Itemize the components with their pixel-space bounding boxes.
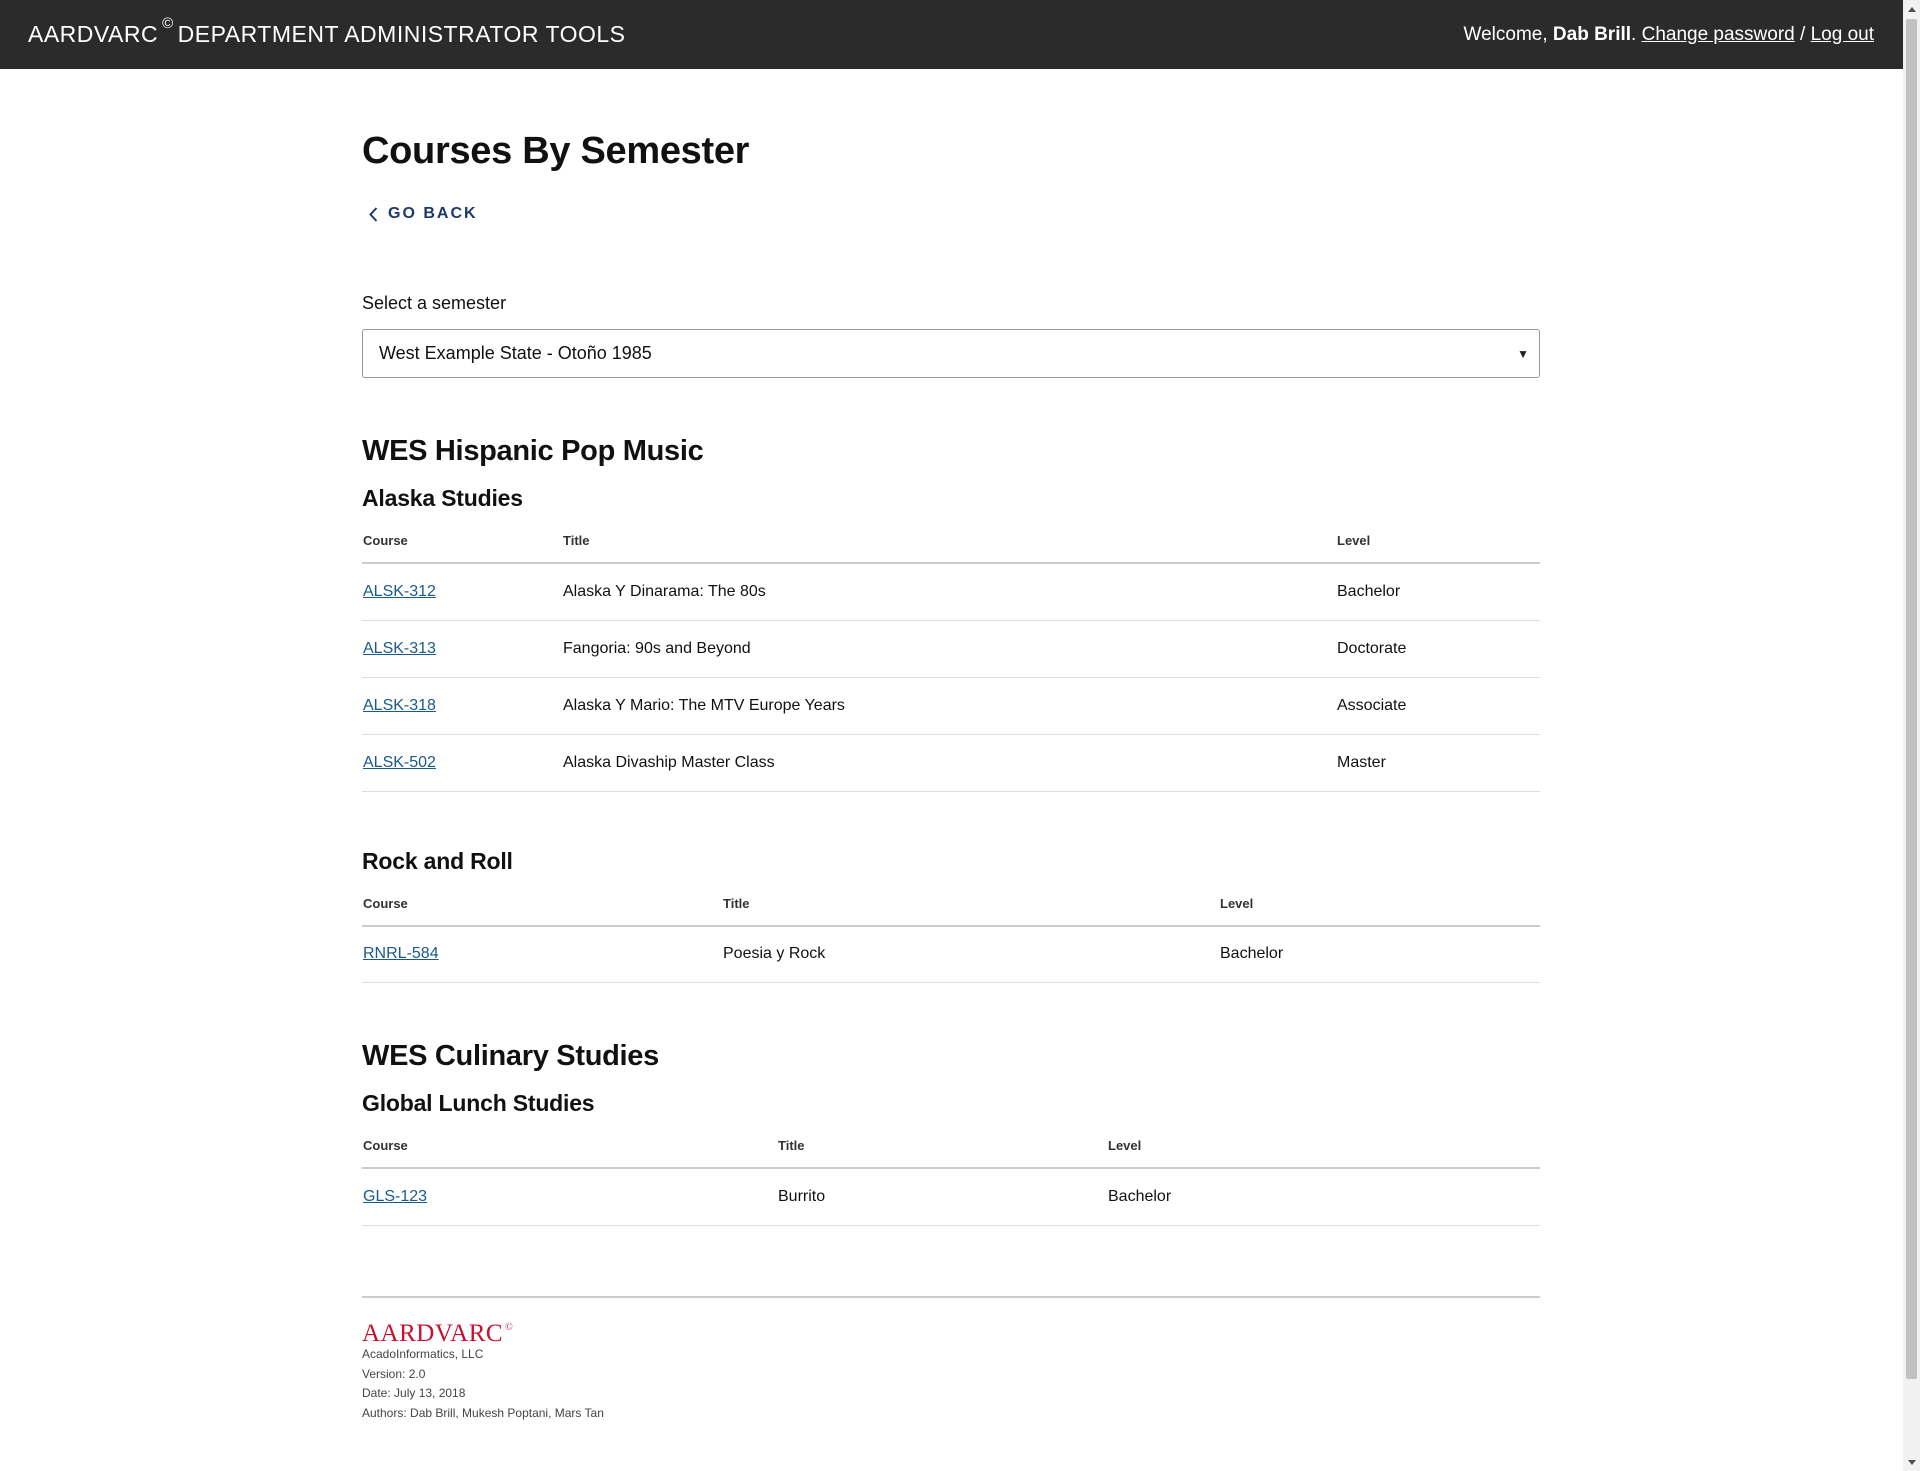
change-password-link[interactable]: Change password [1642, 24, 1795, 45]
footer-logo-symbol: © [505, 1322, 514, 1333]
course-cell: ALSK-318 [362, 677, 562, 735]
brand-name: AARDVARC [28, 21, 159, 47]
title-cell: Alaska Divaship Master Class [562, 734, 1336, 792]
scrollbar-thumb[interactable] [1906, 19, 1917, 1379]
semester-select-label: Select a semester [362, 293, 507, 313]
level-cell: Bachelor [1336, 563, 1540, 621]
column-header-course: Course [362, 513, 562, 564]
title-cell: Burrito [777, 1168, 1107, 1226]
scroll-up-arrow-icon[interactable] [1903, 0, 1920, 17]
title-cell: Alaska Y Dinarama: The 80s [562, 563, 1336, 621]
level-cell: Doctorate [1336, 620, 1540, 678]
level-cell: Associate [1336, 677, 1540, 735]
table-header-row: Course Title Level [362, 513, 1540, 564]
dropdown-caret-icon: ▼ [1517, 346, 1529, 361]
vertical-scrollbar[interactable] [1903, 0, 1920, 1471]
table-row: GLS-123 Burrito Bachelor [362, 1168, 1540, 1226]
semester-select[interactable]: West Example State - Otoño 1985 ▼ [362, 329, 1540, 378]
course-link[interactable]: RNRL-584 [363, 945, 439, 962]
level-cell: Bachelor [1219, 925, 1540, 983]
table-header-row: Course Title Level [362, 875, 1540, 927]
subject-heading: Alaska Studies [362, 485, 523, 511]
course-cell: ALSK-312 [362, 563, 562, 621]
logout-link[interactable]: Log out [1811, 24, 1874, 45]
course-link[interactable]: ALSK-318 [363, 697, 436, 714]
courses-table: Course Title Level ALSK-312 Alaska Y Din… [362, 513, 1540, 792]
table-row: ALSK-312 Alaska Y Dinarama: The 80s Bach… [362, 563, 1540, 621]
link-separator: / [1800, 23, 1806, 45]
column-header-level: Level [1107, 1118, 1540, 1169]
title-cell: Fangoria: 90s and Beyond [562, 620, 1336, 678]
course-cell: ALSK-313 [362, 620, 562, 678]
column-header-title: Title [722, 875, 1219, 927]
course-cell: ALSK-502 [362, 734, 562, 792]
column-header-level: Level [1219, 875, 1540, 927]
column-header-title: Title [777, 1118, 1107, 1169]
page-title: Courses By Semester [362, 130, 750, 172]
course-cell: RNRL-584 [362, 925, 722, 983]
chevron-left-icon [369, 206, 378, 222]
courses-table: Course Title Level RNRL-584 Poesia y Roc… [362, 875, 1540, 983]
table-row: RNRL-584 Poesia y Rock Bachelor [362, 925, 1540, 983]
title-cell: Alaska Y Mario: The MTV Europe Years [562, 677, 1336, 735]
go-back-label: GO BACK [388, 205, 478, 222]
main-content: Courses By Semester GO BACK Select a sem… [362, 69, 1540, 1226]
title-cell: Poesia y Rock [722, 925, 1219, 983]
course-link[interactable]: ALSK-313 [363, 640, 436, 657]
app-brand: AARDVARC © DEPARTMENT ADMINISTRATOR TOOL… [28, 15, 626, 48]
column-header-title: Title [562, 513, 1336, 564]
welcome-text: Welcome, [1463, 23, 1548, 45]
table-row: ALSK-318 Alaska Y Mario: The MTV Europe … [362, 677, 1540, 735]
user-name: Dab Brill [1552, 23, 1632, 45]
user-area: Welcome, Dab Brill. Change password / Lo… [1463, 23, 1875, 45]
course-link[interactable]: ALSK-502 [363, 754, 436, 771]
footer-version: Version: 2.0 [362, 1366, 426, 1381]
page-footer: AARDVARC © AcadoInformatics, LLC Version… [362, 1296, 1540, 1423]
level-cell: Master [1336, 734, 1540, 792]
column-header-course: Course [362, 875, 722, 927]
course-link[interactable]: ALSK-312 [363, 583, 436, 600]
course-cell: GLS-123 [362, 1168, 777, 1226]
footer-authors: Authors: Dab Brill, Mukesh Poptani, Mars… [362, 1405, 604, 1420]
level-cell: Bachelor [1107, 1168, 1540, 1226]
brand-suffix: DEPARTMENT ADMINISTRATOR TOOLS [177, 21, 626, 47]
column-header-level: Level [1336, 513, 1540, 564]
table-row: ALSK-313 Fangoria: 90s and Beyond Doctor… [362, 620, 1540, 678]
selected-semester: West Example State - Otoño 1985 [379, 343, 652, 363]
course-link[interactable]: GLS-123 [363, 1188, 427, 1205]
footer-company: AcadoInformatics, LLC [362, 1347, 484, 1361]
top-navigation-bar: AARDVARC © DEPARTMENT ADMINISTRATOR TOOL… [0, 0, 1903, 69]
footer-logo: AARDVARC © [362, 1320, 1540, 1347]
department-heading: WES Culinary Studies [362, 1040, 659, 1072]
subject-heading: Global Lunch Studies [362, 1090, 595, 1116]
footer-date: Date: July 13, 2018 [362, 1386, 466, 1400]
go-back-link[interactable]: GO BACK [362, 203, 1540, 225]
column-header-course: Course [362, 1118, 777, 1169]
subject-heading: Rock and Roll [362, 847, 513, 874]
scroll-down-arrow-icon[interactable] [1903, 1454, 1920, 1471]
courses-table: Course Title Level GLS-123 Burrito Bache… [362, 1118, 1540, 1226]
table-header-row: Course Title Level [362, 1118, 1540, 1169]
brand-copyright-symbol: © [162, 15, 174, 32]
department-heading: WES Hispanic Pop Music [362, 435, 704, 467]
table-row: ALSK-502 Alaska Divaship Master Class Ma… [362, 734, 1540, 792]
footer-logo-text: AARDVARC [362, 1320, 504, 1347]
